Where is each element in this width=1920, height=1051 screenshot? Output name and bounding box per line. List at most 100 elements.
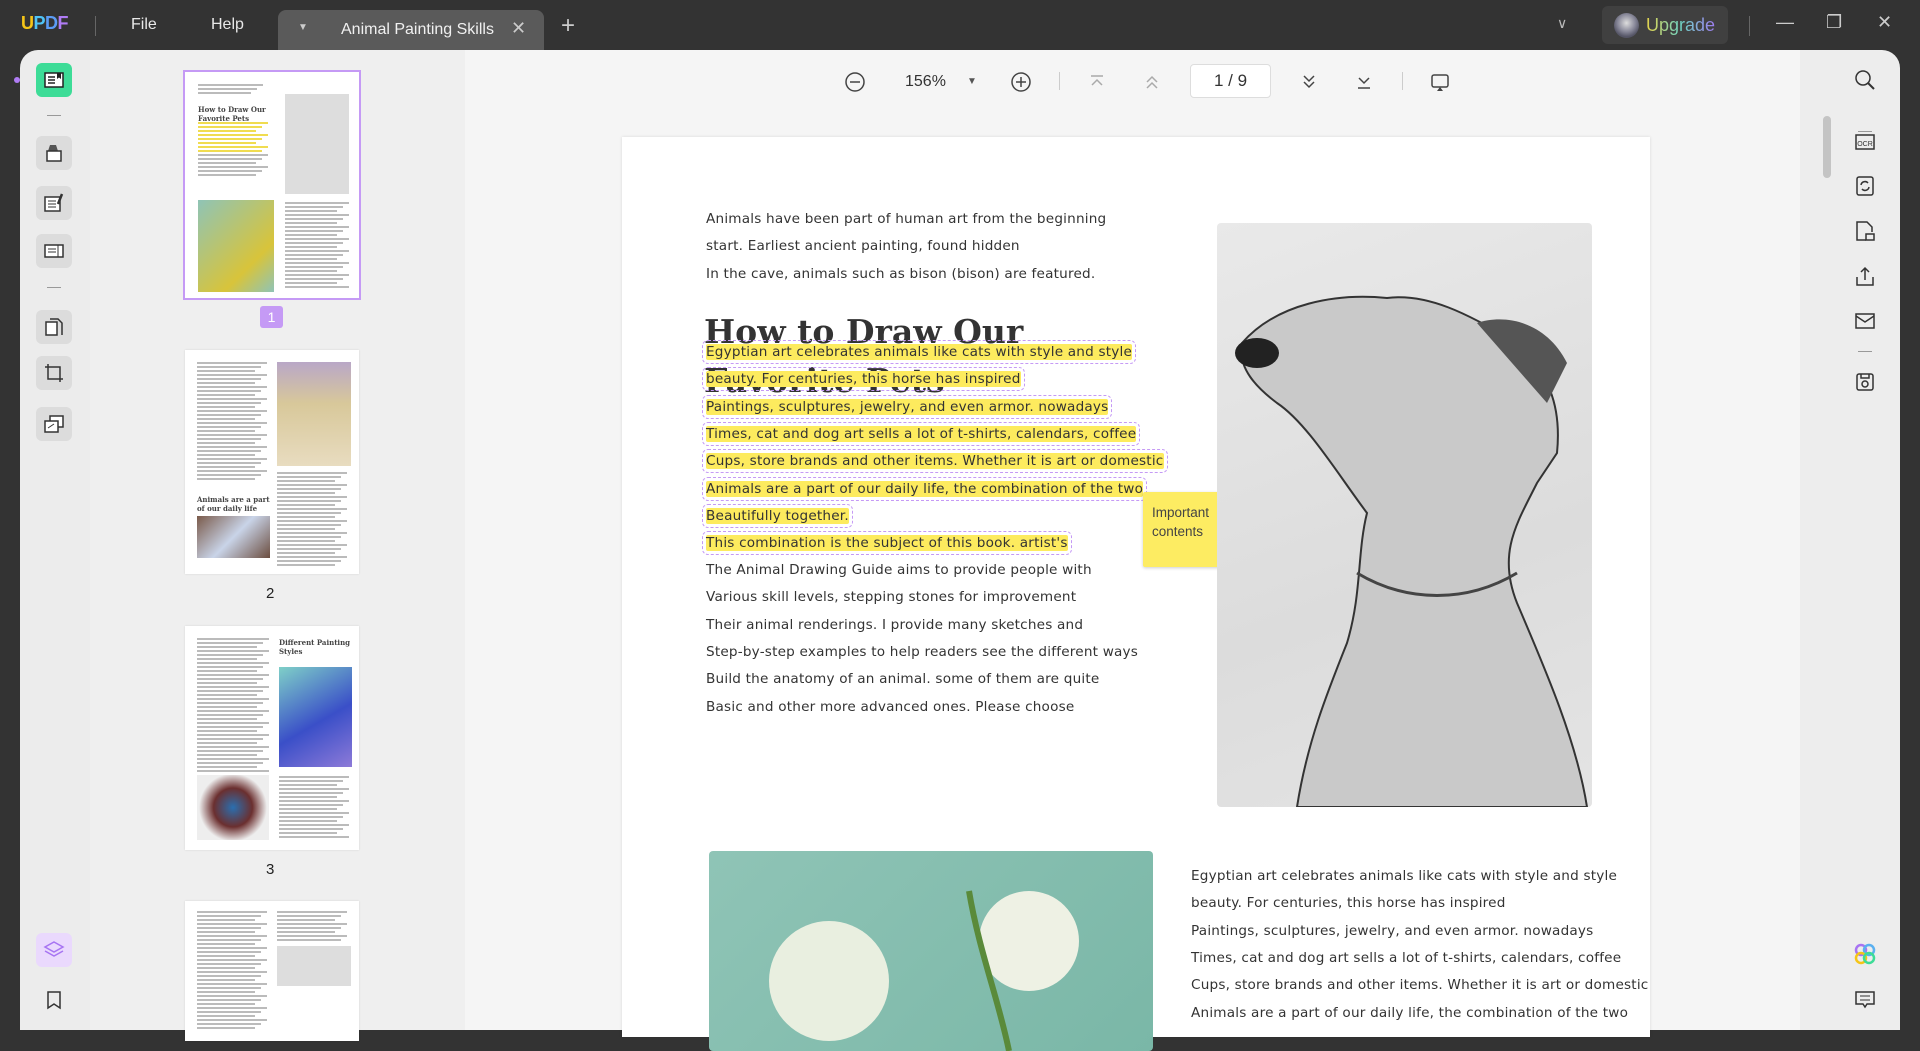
thumbnail-text-line (197, 730, 257, 732)
thumbnail-text-line (197, 462, 261, 464)
highlighted-text-line: Beautifully together. (702, 503, 853, 528)
reader-mode-icon[interactable] (36, 63, 72, 97)
thumbnail-text-line (197, 410, 267, 412)
body-text-line: Their animal renderings. I provide many … (706, 616, 1084, 633)
share-icon[interactable] (1850, 262, 1880, 292)
thumbnail-text-line (277, 520, 347, 522)
ocr-icon[interactable]: OCR (1850, 126, 1880, 156)
email-icon[interactable] (1850, 306, 1880, 336)
thumbnail-text-line (197, 394, 255, 396)
thumbnail-text-line (198, 126, 262, 128)
thumbnail-text-line (197, 915, 261, 917)
highlight-annotation[interactable]: Cups, store brands and other items. Whet… (702, 449, 1168, 474)
highlight-annotation[interactable]: Times, cat and dog art sells a lot of t-… (701, 421, 1141, 446)
thumbnail-text-line (197, 654, 263, 656)
thumbnail-text-line (197, 714, 263, 716)
last-page-icon[interactable] (1351, 69, 1377, 95)
thumbnail-text-line (197, 418, 255, 420)
pdf-page: Animals have been part of human art from… (622, 137, 1650, 1051)
updf-logo: UPDF (21, 13, 69, 33)
thumbnail-text-line (277, 911, 347, 913)
search-icon[interactable] (1850, 65, 1880, 95)
page-thumbnail-1[interactable]: How to Draw Our Favorite Pets (183, 70, 361, 300)
thumbnail-text-line (197, 722, 269, 724)
thumbnail-text-line (277, 524, 341, 526)
form-icon[interactable] (36, 234, 72, 268)
page-thumbnail-4[interactable] (185, 901, 359, 1041)
body-text-line: Basic and other more advanced ones. Plea… (706, 698, 1075, 715)
previous-page-icon[interactable] (1139, 69, 1165, 95)
first-page-icon[interactable] (1084, 69, 1110, 95)
thumbnail-text-line (197, 746, 269, 748)
divider (47, 115, 61, 116)
thumbnail-text-line (197, 1007, 267, 1009)
highlight-annotation[interactable]: Egyptian art celebrates animals like cat… (701, 340, 1137, 364)
bookmark-icon[interactable] (39, 985, 69, 1015)
edit-pdf-icon[interactable] (36, 186, 72, 220)
thumbnail-text-line (279, 828, 343, 830)
highlight-annotation[interactable]: This combination is the subject of this … (702, 531, 1072, 556)
thumbnail-text-line (197, 450, 261, 452)
thumbnail-text-line (198, 170, 262, 172)
scrollbar-thumb[interactable] (1823, 116, 1831, 178)
thumbnail-text-line (197, 438, 261, 440)
protect-icon[interactable] (1850, 216, 1880, 246)
thumbnail-text-line (285, 262, 349, 264)
highlighted-text-line: Animals are a part of our daily life, th… (701, 476, 1148, 501)
menu-file[interactable]: File (131, 16, 157, 34)
tab-dropdown-icon[interactable]: ▼ (298, 22, 308, 33)
highlight-annotation[interactable]: Animals are a part of our daily life, th… (701, 476, 1148, 501)
thumbnail-text-line (277, 540, 335, 542)
ai-assistant-icon[interactable] (1850, 939, 1880, 969)
chevron-down-icon[interactable]: ∨ (1557, 15, 1567, 32)
restore-icon[interactable]: ❐ (1826, 12, 1842, 33)
zoom-dropdown-icon[interactable]: ▼ (967, 76, 977, 87)
highlighted-text-line: beauty. For centuries, this horse has in… (702, 367, 1025, 392)
zoom-in-icon[interactable] (1008, 69, 1034, 95)
thumbnail-text-line (277, 496, 347, 498)
save-icon[interactable] (1850, 367, 1880, 397)
thumbnail-text-line (277, 504, 335, 506)
page-number-input[interactable]: 1 / 9 (1190, 64, 1271, 98)
zoom-level[interactable]: 156% (905, 73, 946, 91)
page-thumbnail-2[interactable]: Animals are a part of our daily life (185, 350, 359, 574)
thumbnail-text-line (197, 458, 267, 460)
document-tab[interactable]: ▼ Animal Painting Skills ✕ (278, 10, 544, 50)
thumbnail-text-line (198, 142, 256, 144)
thumbnail-text-line (285, 226, 349, 228)
thumbnail-text-line (197, 734, 269, 736)
thumbnail-text-line (197, 919, 255, 921)
thumbnail-text-line (197, 666, 263, 668)
thumbnail-text-line (197, 754, 257, 756)
right-column-text-line: Paintings, sculptures, jewelry, and even… (1191, 922, 1594, 939)
zoom-out-icon[interactable] (842, 69, 868, 95)
thumbnail-text-line (197, 646, 257, 648)
layers-icon[interactable] (36, 933, 72, 967)
close-window-icon[interactable]: ✕ (1877, 12, 1892, 33)
comment-icon[interactable] (1850, 984, 1880, 1014)
thumbnail-text-line (197, 762, 263, 764)
thumbnail-text-line (197, 698, 269, 700)
thumbnail-text-line (197, 1003, 255, 1005)
highlight-annotation[interactable]: Paintings, sculptures, jewelry, and even… (701, 394, 1113, 419)
thumbnail-text-line (279, 808, 337, 810)
highlight-annotation[interactable]: Beautifully together. (702, 503, 853, 528)
compare-icon[interactable] (36, 407, 72, 441)
close-tab-icon[interactable]: ✕ (511, 18, 526, 39)
menu-help[interactable]: Help (211, 16, 244, 34)
convert-icon[interactable] (1850, 171, 1880, 201)
highlighter-icon[interactable] (36, 136, 72, 170)
thumbnail-text-line (279, 832, 337, 834)
crop-icon[interactable] (36, 356, 72, 390)
highlight-annotation[interactable]: beauty. For centuries, this horse has in… (702, 367, 1025, 392)
presentation-icon[interactable] (1427, 69, 1453, 95)
new-tab-icon[interactable]: + (561, 12, 575, 40)
page-thumbnail-3[interactable]: Different Painting Styles (185, 626, 359, 850)
next-page-icon[interactable] (1296, 69, 1322, 95)
thumbnail-text-line (277, 532, 347, 534)
thumbnail-text-line (197, 1019, 267, 1021)
organize-pages-icon[interactable] (36, 310, 72, 344)
minimize-icon[interactable]: — (1776, 12, 1794, 33)
upgrade-button[interactable]: Upgrade (1602, 6, 1728, 44)
thumbnail-text-line (197, 674, 269, 676)
